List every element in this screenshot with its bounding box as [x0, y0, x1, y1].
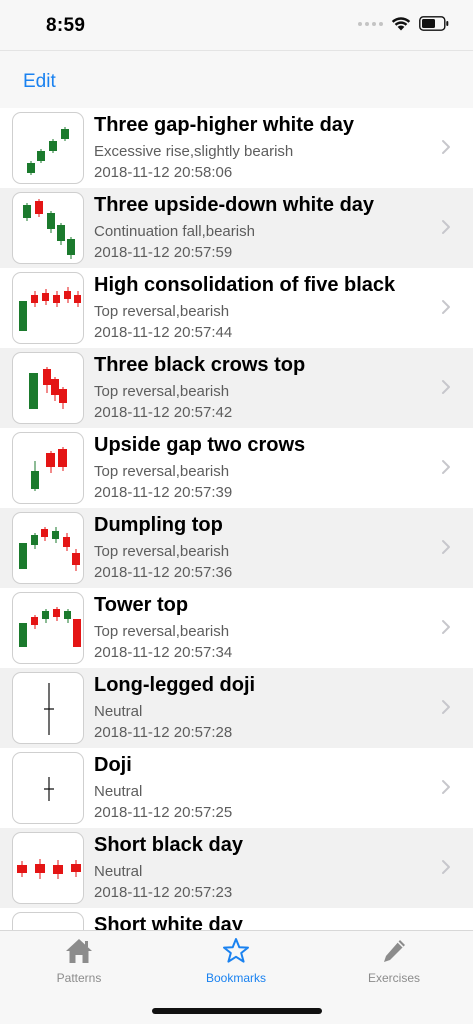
list-item[interactable]: Three black crows top Top reversal,beari… [0, 348, 473, 428]
three-upside-down-pattern-icon [12, 192, 84, 264]
chevron-right-icon [442, 380, 450, 394]
five-black-consolidation-pattern-icon [12, 272, 84, 344]
pattern-subtitle: Neutral [94, 863, 143, 880]
tab-label: Bookmarks [205, 971, 267, 985]
list-item[interactable]: Three gap-higher white day Excessive ris… [0, 108, 473, 188]
pattern-date: 2018-11-12 20:57:25 [94, 804, 233, 821]
battery-icon [419, 16, 449, 31]
chevron-right-icon [442, 860, 450, 874]
pattern-title: Three upside-down white day [94, 194, 375, 216]
doji-pattern-icon [12, 752, 84, 824]
tab-label: Patterns [56, 971, 102, 985]
pattern-date: 2018-11-12 20:57:28 [94, 724, 233, 741]
pattern-title: Three black crows top [94, 354, 306, 376]
star-icon [223, 938, 249, 963]
pattern-subtitle: Top reversal,bearish [94, 463, 230, 480]
status-time: 8:59 [46, 15, 86, 36]
pattern-date: 2018-11-12 20:57:34 [94, 644, 233, 661]
list-item[interactable]: Doji Neutral 2018-11-12 20:57:25 [0, 748, 473, 828]
list-item[interactable]: Tower top Top reversal,bearish 2018-11-1… [0, 588, 473, 668]
short-white-day-pattern-icon [12, 912, 84, 930]
pattern-date: 2018-11-12 20:58:06 [94, 164, 233, 181]
chevron-right-icon [442, 300, 450, 314]
chevron-right-icon [442, 460, 450, 474]
list-item[interactable]: Upside gap two crows Top reversal,bearis… [0, 428, 473, 508]
three-gap-higher-pattern-icon [12, 112, 84, 184]
chevron-right-icon [442, 140, 450, 154]
navigation-bar: Edit [0, 50, 473, 108]
list-item[interactable]: Short black day Neutral 2018-11-12 20:57… [0, 828, 473, 908]
pattern-title: Upside gap two crows [94, 434, 306, 456]
status-icons [358, 16, 449, 31]
short-black-day-pattern-icon [12, 832, 84, 904]
pattern-date: 2018-11-12 20:57:59 [94, 244, 233, 261]
pattern-date: 2018-11-12 20:57:44 [94, 324, 233, 341]
list-item[interactable]: High consolidation of five black Top rev… [0, 268, 473, 348]
house-icon [66, 939, 92, 963]
chevron-right-icon [442, 620, 450, 634]
tower-top-pattern-icon [12, 592, 84, 664]
pattern-subtitle: Continuation fall,bearish [94, 223, 255, 240]
pattern-subtitle: Top reversal,bearish [94, 543, 230, 560]
chevron-right-icon [442, 700, 450, 714]
long-legged-doji-pattern-icon [12, 672, 84, 744]
cellular-signal-icon [358, 21, 383, 26]
status-bar: 8:59 [0, 0, 473, 50]
pattern-title: Dumpling top [94, 514, 223, 536]
pattern-title: Tower top [94, 594, 189, 616]
pattern-title: Doji [94, 754, 132, 776]
pattern-subtitle: Neutral [94, 703, 143, 720]
tab-exercises[interactable]: Exercises [315, 931, 473, 991]
edit-button[interactable]: Edit [23, 71, 56, 93]
pattern-date: 2018-11-12 20:57:23 [94, 884, 233, 901]
pattern-subtitle: Top reversal,bearish [94, 623, 230, 640]
three-black-crows-pattern-icon [12, 352, 84, 424]
list-item[interactable]: Long-legged doji Neutral 2018-11-12 20:5… [0, 668, 473, 748]
pattern-date: 2018-11-12 20:57:36 [94, 564, 233, 581]
pattern-title: Three gap-higher white day [94, 114, 355, 136]
pattern-subtitle: Neutral [94, 783, 143, 800]
home-indicator[interactable] [152, 1008, 322, 1014]
pattern-title: Short black day [94, 834, 243, 856]
pattern-title: Long-legged doji [94, 674, 256, 696]
pattern-title: High consolidation of five black [94, 274, 396, 296]
tab-patterns[interactable]: Patterns [0, 931, 158, 991]
pattern-subtitle: Top reversal,bearish [94, 303, 230, 320]
bookmark-list[interactable]: Three gap-higher white day Excessive ris… [0, 108, 473, 930]
list-item[interactable]: Three upside-down white day Continuation… [0, 188, 473, 268]
dumpling-top-pattern-icon [12, 512, 84, 584]
chevron-right-icon [442, 780, 450, 794]
pattern-date: 2018-11-12 20:57:39 [94, 484, 233, 501]
wifi-icon [391, 17, 411, 31]
pattern-subtitle: Excessive rise,slightly bearish [94, 143, 294, 160]
pattern-date: 2018-11-12 20:57:42 [94, 404, 233, 421]
pattern-title: Short white day [94, 914, 243, 930]
pattern-subtitle: Top reversal,bearish [94, 383, 230, 400]
pencil-icon [384, 940, 405, 962]
chevron-right-icon [442, 540, 450, 554]
chevron-right-icon [442, 220, 450, 234]
list-item[interactable]: Short white day [0, 908, 473, 930]
tab-bookmarks[interactable]: Bookmarks [157, 931, 315, 991]
tab-label: Exercises [367, 971, 420, 985]
list-item[interactable]: Dumpling top Top reversal,bearish 2018-1… [0, 508, 473, 588]
upside-gap-two-crows-pattern-icon [12, 432, 84, 504]
